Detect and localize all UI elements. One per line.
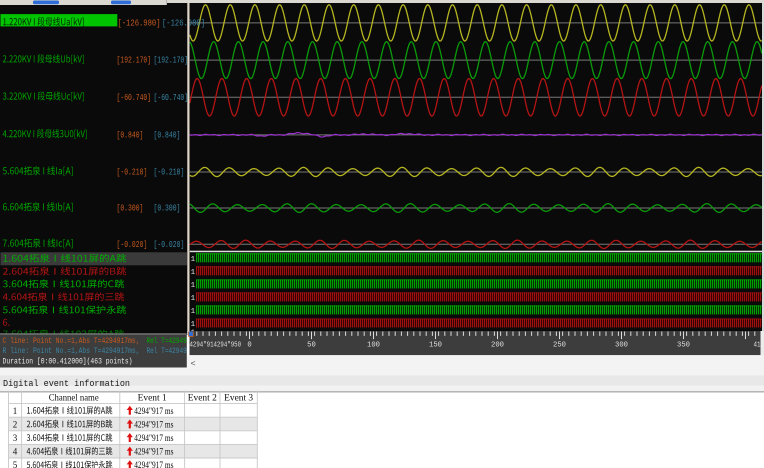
svg-text:[-126.980]: [-126.980] [162, 19, 205, 29]
svg-text:Event 1: Event 1 [138, 393, 167, 403]
svg-text:4294"917 ms: 4294"917 ms [134, 447, 174, 457]
svg-text:[192.170]: [192.170] [117, 56, 152, 66]
svg-text:300: 300 [615, 342, 628, 350]
svg-text:150: 150 [429, 342, 442, 350]
svg-text:4294"917 ms: 4294"917 ms [134, 419, 174, 429]
svg-text:250: 250 [553, 342, 566, 350]
svg-text:[0.840]: [0.840] [117, 131, 144, 141]
svg-text:1: 1 [191, 308, 196, 316]
svg-text:Duration [0:00.412000](463 poi: Duration [0:00.412000](463 points) [3, 357, 133, 366]
svg-text:4294"917 ms: 4294"917 ms [134, 433, 174, 443]
svg-text:[0.300]: [0.300] [117, 204, 144, 214]
svg-text:Digital event information: Digital event information [3, 379, 130, 389]
svg-text:Event 3: Event 3 [224, 393, 254, 403]
svg-text:[0.300]: [0.300] [154, 204, 181, 214]
svg-text:350: 350 [677, 342, 690, 350]
svg-text:1: 1 [191, 256, 196, 264]
svg-text:100: 100 [367, 342, 380, 350]
svg-text:1: 1 [191, 321, 196, 329]
svg-text:[-60.740]: [-60.740] [154, 93, 189, 103]
svg-text:[-0.020]: [-0.020] [117, 240, 148, 250]
svg-text:4: 4 [13, 447, 18, 457]
svg-text:[-0.210]: [-0.210] [117, 168, 148, 178]
svg-text:4294"917 ms: 4294"917 ms [134, 406, 174, 416]
svg-text:1: 1 [191, 295, 196, 303]
svg-text:1: 1 [13, 406, 18, 416]
svg-text:[-60.740]: [-60.740] [117, 93, 152, 103]
svg-text:[-0.020]: [-0.020] [154, 240, 185, 250]
svg-text:3: 3 [13, 433, 18, 443]
svg-text:4294"917 ms: 4294"917 ms [134, 460, 174, 468]
svg-text:4294"914294"950: 4294"914294"950 [190, 342, 242, 350]
svg-text:0: 0 [247, 342, 251, 350]
svg-text:50: 50 [307, 342, 316, 350]
svg-text:1: 1 [191, 269, 196, 277]
svg-text:5: 5 [13, 460, 18, 468]
svg-text:41: 41 [754, 342, 761, 350]
svg-text:Rel T=42949: Rel T=42949 [147, 347, 187, 356]
svg-text:<: < [191, 359, 196, 369]
svg-text:[0.840]: [0.840] [154, 131, 181, 141]
svg-text:1: 1 [191, 282, 196, 290]
svg-text:200: 200 [491, 342, 504, 350]
svg-text:[-126.980]: [-126.980] [118, 19, 161, 29]
svg-text:2: 2 [13, 419, 18, 429]
svg-text:[-0.210]: [-0.210] [154, 168, 185, 178]
svg-text:C line: Point No.=1,Abs T=4294: C line: Point No.=1,Abs T=4294917ms, [3, 337, 140, 346]
svg-text:Channel name: Channel name [49, 393, 99, 403]
svg-text:R line: Point No.=1,Abs T=4294: R line: Point No.=1,Abs T=4294917ms, [3, 347, 140, 356]
svg-text:Rel T=42949: Rel T=42949 [147, 337, 187, 346]
svg-text:Event 2: Event 2 [188, 393, 217, 403]
svg-text:[192.170]: [192.170] [154, 56, 189, 66]
